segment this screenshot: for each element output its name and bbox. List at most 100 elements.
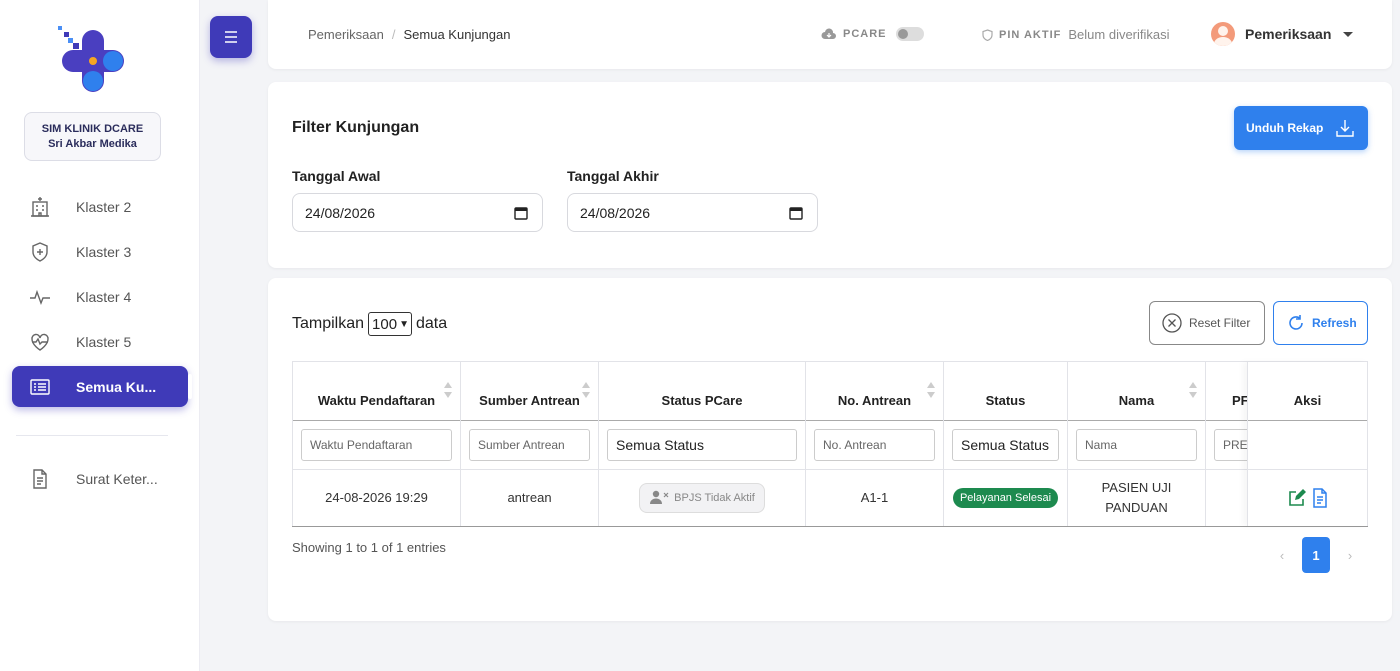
pcare-status-filter-select[interactable]: Semua Status: [607, 429, 797, 461]
status-badge: Pelayanan Selesai: [952, 488, 1059, 508]
sidebar-item-semua-kunjungan[interactable]: Semua Ku...: [12, 366, 192, 407]
sidebar-item-klaster-2[interactable]: Klaster 2: [12, 186, 188, 227]
refresh-label: Refresh: [1312, 316, 1357, 330]
clinic-name: SIM KLINIK DCARE: [41, 123, 144, 135]
refresh-icon: [1289, 315, 1303, 330]
column-filter-cell: [1248, 421, 1367, 470]
sort-icon: [1189, 382, 1197, 400]
start-date-value: 24/08/2026: [305, 204, 376, 221]
sidebar: SIM KLINIK DCARE Sri Akbar Medika Klaste…: [0, 0, 200, 671]
user-menu[interactable]: Pemeriksaan: [1211, 22, 1354, 46]
column-header[interactable]: Nama: [1068, 362, 1205, 421]
sidebar-item-klaster-5[interactable]: Klaster 5: [12, 321, 188, 362]
column-header-label: Nama: [1118, 393, 1155, 408]
column-header[interactable]: Status: [944, 362, 1067, 421]
column-filter-cell: No. Antrean: [806, 421, 943, 470]
status-filter-select[interactable]: Semua Status: [952, 429, 1059, 461]
sidebar-item-label: Klaster 2: [76, 198, 132, 215]
sidebar-item-label: Klaster 5: [76, 333, 132, 350]
column-header-label: Waktu Pendaftaran: [317, 393, 436, 408]
column-filter-cell: PRE: [1206, 421, 1247, 470]
column-header-label: Status PCare: [661, 393, 743, 408]
pin-label: PIN AKTIF: [999, 28, 1062, 41]
sidebar-nav-secondary: Surat Keter...: [12, 458, 188, 503]
document-icon[interactable]: [1311, 488, 1329, 508]
pcare-toggle[interactable]: [895, 27, 924, 41]
menu-toggle-button[interactable]: [210, 16, 252, 58]
chevron-down-icon: ▼: [399, 318, 409, 330]
calendar-icon[interactable]: [789, 206, 803, 220]
shield-icon: [982, 28, 993, 41]
document-icon: [28, 467, 52, 491]
pcare-status-badge: BPJS Tidak Aktif: [639, 483, 765, 513]
column-header[interactable]: No. Antrean: [806, 362, 943, 421]
sidebar-nav: Klaster 2 Klaster 3 Klaster 4 Klaster 5 …: [12, 186, 192, 411]
column-header[interactable]: Waktu Pendaftaran: [293, 362, 460, 421]
pin-value: Belum diverifikasi: [1068, 27, 1170, 42]
reset-filter-button[interactable]: Reset Filter: [1149, 301, 1265, 345]
sumber-filter-input[interactable]: Sumber Antrean: [469, 429, 590, 461]
calendar-icon[interactable]: [514, 206, 528, 220]
breadcrumb-link[interactable]: Pemeriksaan: [308, 27, 384, 42]
sidebar-divider: [16, 435, 168, 436]
pin-status: PIN AKTIF Belum diverifikasi: [982, 27, 1170, 42]
table-cell-nama: PASIEN UJI PANDUAN: [1101, 480, 1172, 515]
chevron-down-icon: [1343, 31, 1354, 37]
end-date-label: Tanggal Akhir: [567, 168, 659, 184]
hamburger-icon: [225, 31, 237, 43]
breadcrumb-current: Semua Kunjungan: [403, 27, 511, 42]
table-cell-aksi: [1248, 470, 1367, 526]
pagination-prev-button[interactable]: ‹: [1268, 537, 1296, 573]
row-actions: [1287, 488, 1329, 508]
column-header[interactable]: Sumber Antrean: [461, 362, 598, 421]
pcare-label: PCARE: [843, 28, 887, 40]
column-header[interactable]: PF: [1206, 362, 1247, 421]
start-date-input[interactable]: 24/08/2026: [292, 193, 543, 232]
heart-pulse-icon: [28, 330, 52, 354]
column-status: Status Semua Status Pelayanan Selesai: [943, 362, 1067, 526]
sidebar-item-surat-keterangan[interactable]: Surat Keter...: [12, 458, 188, 499]
topbar: Pemeriksaan / Semua Kunjungan PCARE PIN AK…: [268, 0, 1392, 69]
sidebar-item-klaster-4[interactable]: Klaster 4: [12, 276, 188, 317]
download-recap-button[interactable]: Unduh Rekap: [1234, 106, 1368, 150]
pagination-next-button[interactable]: ›: [1336, 537, 1364, 573]
sort-icon: [582, 382, 590, 400]
sidebar-item-label: Klaster 4: [76, 288, 132, 305]
edit-icon[interactable]: [1287, 488, 1307, 508]
start-date-label: Tanggal Awal: [292, 168, 381, 184]
clinic-logo-icon: [58, 26, 124, 92]
column-aksi: Aksi: [1247, 362, 1368, 526]
column-header-label: Status: [985, 393, 1026, 408]
filter-title: Filter Kunjungan: [292, 119, 420, 136]
table-cell-waktu: 24-08-2026 19:29: [325, 490, 428, 505]
visits-table-card: Tampilkan 100 ▼ data Reset Filter Refres…: [268, 278, 1392, 621]
filter-card: Filter Kunjungan Unduh Rekap Tanggal Awa…: [268, 82, 1392, 268]
sidebar-item-klaster-3[interactable]: Klaster 3: [12, 231, 188, 272]
column-nama: Nama Nama PASIEN UJI PANDUAN: [1067, 362, 1205, 526]
nama-filter-input[interactable]: Nama: [1076, 429, 1197, 461]
column-no-antrean: No. Antrean No. Antrean A1-1: [805, 362, 943, 526]
refresh-button[interactable]: Refresh: [1273, 301, 1368, 345]
breadcrumb: Pemeriksaan / Semua Kunjungan: [308, 27, 510, 42]
reset-filter-label: Reset Filter: [1189, 316, 1251, 330]
sidebar-item-label: Surat Keter...: [76, 470, 158, 487]
column-waktu-pendaftaran: Waktu Pendaftaran Waktu Pendaftaran 24-0…: [292, 362, 460, 526]
end-date-input[interactable]: 24/08/2026: [567, 193, 818, 232]
pf-filter-input[interactable]: PRE: [1214, 429, 1247, 461]
column-header-label: Sumber Antrean: [479, 393, 580, 408]
table-cell-sumber: antrean: [507, 490, 552, 505]
column-status-pcare: Status PCare Semua Status BPJS Tidak Akt…: [598, 362, 805, 526]
column-header-label: No. Antrean: [837, 393, 912, 408]
waktu-filter-input[interactable]: Waktu Pendaftaran: [301, 429, 452, 461]
page-length-select[interactable]: 100 ▼: [368, 312, 412, 336]
shield-plus-icon: [28, 240, 52, 264]
download-icon: [1336, 120, 1354, 137]
column-header[interactable]: Status PCare: [599, 362, 805, 421]
avatar: [1211, 22, 1235, 46]
pcare-status-text: BPJS Tidak Aktif: [674, 492, 755, 504]
no-antrean-filter-input[interactable]: No. Antrean: [814, 429, 935, 461]
pagination-page-button[interactable]: 1: [1302, 537, 1330, 573]
list-icon: [28, 375, 52, 399]
sort-icon: [927, 382, 935, 400]
column-header: Aksi: [1248, 362, 1367, 421]
